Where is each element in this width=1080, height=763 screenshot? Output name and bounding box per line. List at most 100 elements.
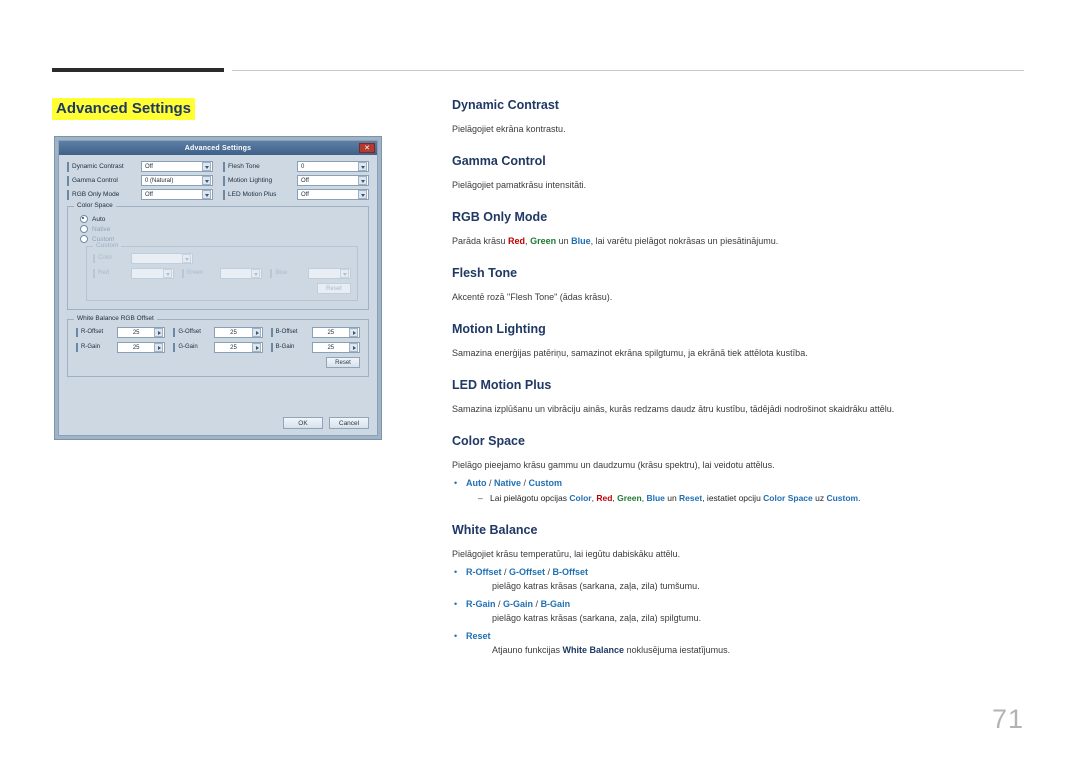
field-rgb-only-mode[interactable]: RGB Only Mode Off <box>67 189 213 200</box>
field-r-gain[interactable]: R-Gain 25 <box>76 342 166 353</box>
heading-flesh-tone: Flesh Tone <box>452 266 518 281</box>
chevron-down-icon[interactable] <box>358 190 367 199</box>
combo-led-motion-plus[interactable]: Off <box>297 189 369 200</box>
heading-dynamic-contrast: Dynamic Contrast <box>452 98 559 112</box>
reset-pre: Atjauno funkcijas <box>492 644 563 655</box>
text-flesh-tone: Akcentē rozā "Flesh Tone" (ādas krāsu). <box>452 292 613 303</box>
heading-led-motion-plus: LED Motion Plus <box>452 378 552 393</box>
chevron-down-icon[interactable] <box>202 190 211 199</box>
bullet-gains: • R-Gain / G-Gain / B-Gain <box>452 598 1024 611</box>
chevron-right-icon[interactable] <box>154 328 164 337</box>
chevron-down-icon[interactable] <box>202 162 211 171</box>
field-g-gain[interactable]: G-Gain 25 <box>173 342 263 353</box>
rgb-text-post: , lai varētu pielāgot nokrāsas un piesāt… <box>590 236 779 247</box>
sub-uz: uz <box>812 493 827 504</box>
combo-dynamic-contrast[interactable]: Off <box>141 161 213 172</box>
group-white-balance: White Balance RGB Offset R-Offset 25 G-O… <box>67 315 369 377</box>
field-dynamic-contrast[interactable]: Dynamic Contrast Off <box>67 161 213 172</box>
header-rule-light <box>232 69 1024 71</box>
field-custom-blue: Blue <box>270 268 352 279</box>
combo-value-motion-lighting: Off <box>301 177 309 184</box>
field-g-offset[interactable]: G-Offset 25 <box>173 327 263 338</box>
label-g-gain: G-Gain <box>173 343 211 352</box>
label-r-offset: R-Offset <box>76 328 114 337</box>
field-custom-red: Red <box>93 268 174 279</box>
keyword-reset: Reset <box>466 630 491 641</box>
field-r-offset[interactable]: R-Offset 25 <box>76 327 166 338</box>
header-rule <box>52 68 1024 72</box>
combo-motion-lighting[interactable]: Off <box>297 175 369 186</box>
chevron-down-icon[interactable] <box>202 176 211 185</box>
sub-bullet-text: Lai pielāgotu opcijas Color, Red, Green,… <box>490 492 860 504</box>
spinner-g-offset[interactable]: 25 <box>214 327 263 338</box>
field-flesh-tone[interactable]: Flesh Tone 0 <box>223 161 369 172</box>
combo-custom-red <box>131 268 174 279</box>
white-balance-reset-row: Reset <box>76 357 360 368</box>
chevron-down-icon <box>251 269 261 278</box>
dialog-row-2: Gamma Control 0 (Natural) Motion Lightin… <box>67 175 369 186</box>
sep-b: / <box>545 566 553 577</box>
spinner-b-offset[interactable]: 25 <box>311 327 360 338</box>
chevron-right-icon[interactable] <box>251 343 261 352</box>
radio-native[interactable]: Native <box>80 225 360 233</box>
desc-offsets: pielāgo katras krāsas (sarkana, zaļa, zi… <box>492 580 700 591</box>
dialog-body: Dynamic Contrast Off Flesh Tone 0 Gamma … <box>59 155 377 435</box>
field-b-offset[interactable]: B-Offset 25 <box>270 327 360 338</box>
field-gamma-control[interactable]: Gamma Control 0 (Natural) <box>67 175 213 186</box>
page-title: Advanced Settings <box>52 98 196 121</box>
radio-icon[interactable] <box>80 235 88 243</box>
spinner-g-gain[interactable]: 25 <box>214 342 263 353</box>
spinner-value-g-gain: 25 <box>230 344 237 351</box>
radio-auto[interactable]: Auto <box>80 215 360 223</box>
section-motion-lighting: Motion Lighting Samazina enerģijas patēr… <box>452 322 1024 360</box>
text-dynamic-contrast: Pielāgojiet ekrāna kontrastu. <box>452 124 566 134</box>
label-custom-blue: Blue <box>270 269 305 278</box>
reset-white-balance-button[interactable]: Reset <box>326 357 360 368</box>
section-white-balance: White Balance Pielāgojiet krāsu temperat… <box>452 523 1024 657</box>
combo-gamma-control[interactable]: 0 (Natural) <box>141 175 213 186</box>
dialog-title: Advanced Settings <box>184 144 252 152</box>
page-number: 71 <box>991 704 1024 734</box>
radio-label-native: Native <box>92 225 111 233</box>
heading-rgb-only-mode: RGB Only Mode <box>452 210 548 225</box>
field-motion-lighting[interactable]: Motion Lighting Off <box>223 175 369 186</box>
spinner-b-gain[interactable]: 25 <box>311 342 360 353</box>
combo-rgb-only-mode[interactable]: Off <box>141 189 213 200</box>
reset-color-space-button: Reset <box>317 283 351 294</box>
label-custom-color: Color <box>93 254 128 263</box>
cancel-button[interactable]: Cancel <box>329 417 369 429</box>
radio-icon[interactable] <box>80 215 88 223</box>
chevron-right-icon[interactable] <box>154 343 164 352</box>
keyword-red: Red <box>596 493 613 504</box>
spinner-r-gain[interactable]: 25 <box>117 342 166 353</box>
keyword-g-offset: G-Offset <box>509 566 546 577</box>
sep-2: / <box>521 478 529 489</box>
label-gamma-control: Gamma Control <box>67 175 138 186</box>
section-color-space: Color Space Pielāgo pieejamo krāsu gammu… <box>452 434 1024 504</box>
sub-mid: , iestatiet opciju <box>702 493 764 504</box>
chevron-down-icon[interactable] <box>358 162 367 171</box>
keyword-r-gain: R-Gain <box>466 598 496 609</box>
combo-flesh-tone[interactable]: 0 <box>297 161 369 172</box>
keyword-r-offset: R-Offset <box>466 566 502 577</box>
field-led-motion-plus[interactable]: LED Motion Plus Off <box>223 189 369 200</box>
chevron-down-icon[interactable] <box>358 176 367 185</box>
header-rule-dark <box>52 68 224 72</box>
bullet-marker: • <box>454 598 458 609</box>
keyword-color-space: Color Space <box>763 493 813 504</box>
spinner-value-b-offset: 25 <box>327 329 335 336</box>
chevron-right-icon[interactable] <box>348 328 358 337</box>
sub-un: un <box>664 493 680 504</box>
keyword-blue: Blue <box>646 493 665 504</box>
keyword-green: Green <box>530 236 557 247</box>
dialog-row-3: RGB Only Mode Off LED Motion Plus Off <box>67 189 369 200</box>
field-b-gain[interactable]: B-Gain 25 <box>270 342 360 353</box>
spinner-r-offset[interactable]: 25 <box>117 327 166 338</box>
radio-custom[interactable]: Custom <box>80 235 360 243</box>
ok-button[interactable]: OK <box>283 417 323 429</box>
close-icon[interactable]: ✕ <box>359 142 375 153</box>
keyword-white-balance: White Balance <box>562 644 625 655</box>
chevron-right-icon[interactable] <box>251 328 261 337</box>
chevron-right-icon[interactable] <box>348 343 358 352</box>
radio-icon[interactable] <box>80 225 88 233</box>
